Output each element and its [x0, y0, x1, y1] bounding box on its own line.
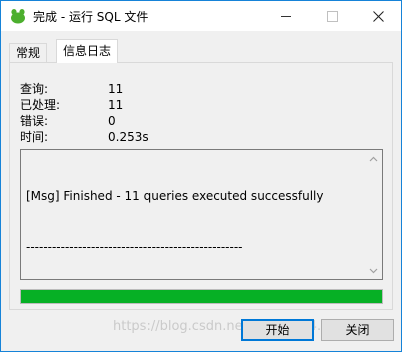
log-output[interactable]: [Msg] Finished - 11 queries executed suc… [20, 149, 383, 280]
error-label: 错误: [20, 114, 49, 128]
error-value: 0 [108, 114, 116, 128]
maximize-icon [326, 10, 338, 22]
minimize-icon [281, 15, 291, 17]
chevron-down-icon [369, 268, 378, 273]
tab-bar: 常规 信息日志 [1, 31, 401, 63]
query-label: 查询: [20, 82, 49, 96]
scroll-up-button[interactable] [365, 150, 382, 167]
query-value: 11 [108, 82, 124, 96]
log-text: [Msg] Finished - 11 queries executed suc… [26, 154, 366, 290]
info-log-panel: 查询: 11 已处理: 11 错误: 0 时间: 0.253s [Msg] Fi… [9, 62, 393, 310]
watermark: https://blog.csdn.net/weixin_44…129 [113, 319, 355, 334]
close-window-button[interactable] [355, 1, 401, 31]
scroll-down-button[interactable] [365, 262, 382, 279]
progress-bar [20, 289, 383, 304]
close-button[interactable]: 关闭 [321, 319, 394, 341]
maximize-button[interactable] [309, 1, 355, 31]
tab-info-log[interactable]: 信息日志 [56, 39, 119, 63]
navicat-leaf-icon [11, 9, 25, 24]
log-line: [Msg] Finished - 11 queries executed suc… [26, 189, 324, 203]
minimize-button[interactable] [263, 1, 309, 31]
run-sql-dialog: 完成 - 运行 SQL 文件 常规 信息日志 查询: 11 已处理: 11 错误… [0, 0, 402, 352]
time-value: 0.253s [108, 130, 149, 144]
processed-value: 11 [108, 98, 124, 112]
close-icon [372, 10, 384, 22]
chevron-up-icon [369, 156, 378, 161]
processed-label: 已处理: [20, 98, 61, 112]
log-scrollbar[interactable] [365, 150, 382, 279]
log-line: ----------------------------------------… [26, 240, 243, 254]
title-bar[interactable]: 完成 - 运行 SQL 文件 [1, 1, 401, 31]
time-label: 时间: [20, 130, 49, 144]
tab-general[interactable]: 常规 [9, 43, 48, 62]
start-button[interactable]: 开始 [241, 319, 314, 341]
window-title: 完成 - 运行 SQL 文件 [33, 10, 149, 24]
progress-fill [21, 290, 382, 303]
